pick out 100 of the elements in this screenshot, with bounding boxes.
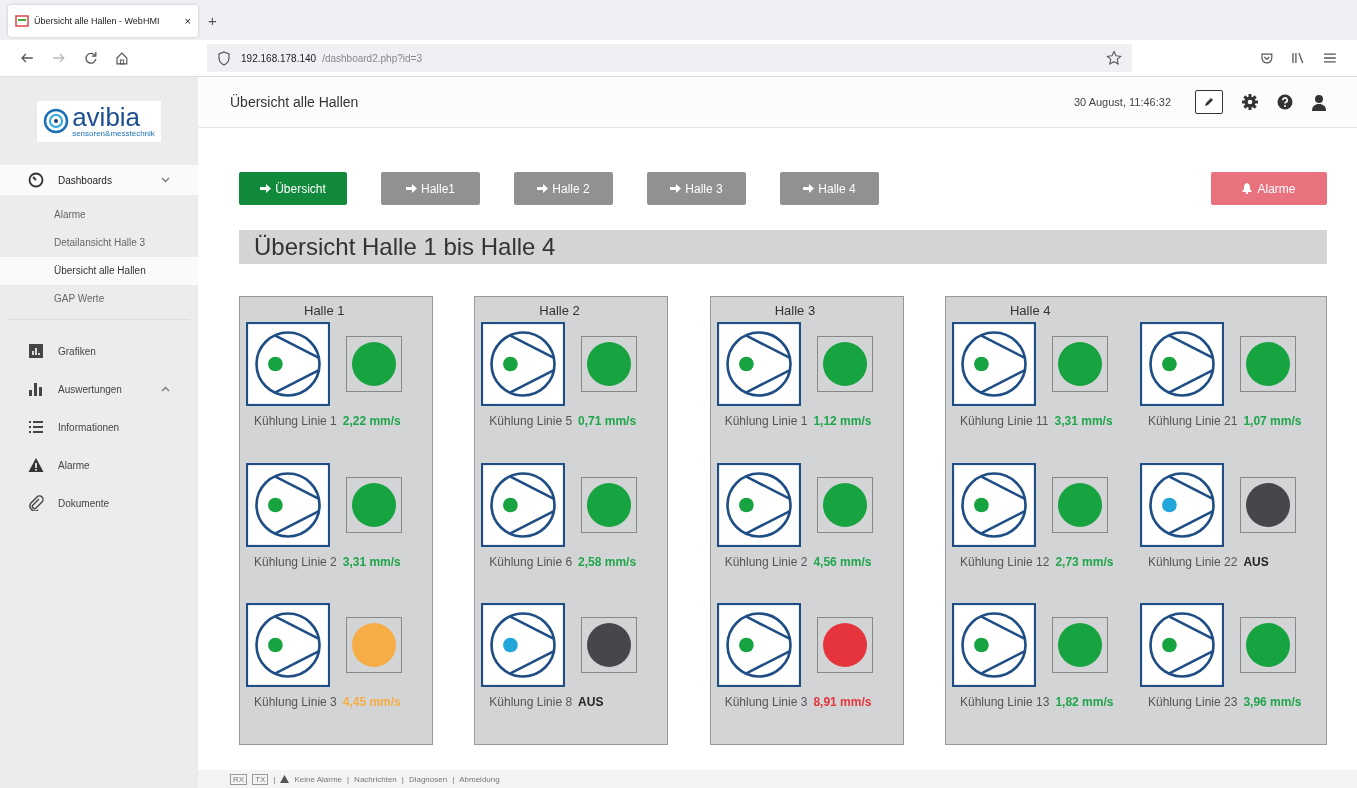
line-label: Kühlung Linie 1 bbox=[724, 413, 808, 428]
sidebar-item[interactable]: Grafiken bbox=[0, 332, 198, 370]
sidebar-item[interactable]: Alarme bbox=[0, 446, 198, 484]
nav-button[interactable]: Halle 4 bbox=[780, 172, 879, 205]
sidebar-item[interactable]: Dashboards bbox=[0, 165, 198, 195]
back-icon[interactable] bbox=[20, 51, 34, 65]
status-lamp bbox=[1052, 335, 1108, 392]
bell-icon bbox=[1242, 183, 1253, 194]
line-label: Kühlung Linie 2 bbox=[724, 554, 808, 569]
footer-link[interactable]: Diagnosen bbox=[408, 774, 448, 784]
vibration-value: AUS bbox=[1243, 554, 1269, 569]
line-label: Kühlung Linie 6 bbox=[489, 554, 573, 569]
hall-title: Halle 2 bbox=[538, 303, 581, 320]
pump-icon bbox=[481, 321, 566, 406]
status-lamp bbox=[346, 617, 402, 674]
user-icon[interactable] bbox=[1311, 93, 1327, 111]
pencil-icon bbox=[1204, 97, 1214, 107]
footer-link[interactable]: Abmeldung bbox=[459, 774, 500, 784]
chevron-icon bbox=[161, 386, 170, 392]
paperclip-icon bbox=[28, 495, 44, 511]
sidebar-subitem[interactable]: Übersicht alle Hallen bbox=[0, 257, 198, 285]
pump-icon bbox=[246, 603, 330, 688]
nav-button[interactable]: Übersicht bbox=[239, 172, 347, 205]
star-icon[interactable] bbox=[1105, 50, 1122, 66]
status-lamp bbox=[581, 617, 638, 674]
alarm-button[interactable]: Alarme bbox=[1211, 172, 1327, 205]
logo-mark-icon bbox=[43, 108, 70, 134]
tx-indicator: TX bbox=[252, 773, 269, 785]
vibration-value: 3,31 mm/s bbox=[342, 554, 401, 569]
line-label: Kühlung Linie 11 bbox=[960, 413, 1049, 428]
line-label: Kühlung Linie 2 bbox=[254, 554, 337, 569]
pump-icon bbox=[246, 321, 330, 406]
line-label: Kühlung Linie 8 bbox=[489, 695, 573, 710]
logo-tagline: sensoren&messtechnik bbox=[72, 128, 155, 138]
settings-icon[interactable] bbox=[1241, 93, 1259, 111]
help-icon[interactable] bbox=[1277, 94, 1293, 110]
line-label: Kühlung Linie 21 bbox=[1148, 413, 1238, 428]
sidebar-subitem[interactable]: GAP Werte bbox=[0, 285, 198, 313]
pump-icon bbox=[1140, 603, 1224, 688]
line-label: Kühlung Linie 3 bbox=[254, 695, 337, 710]
menu-icon[interactable] bbox=[1323, 52, 1337, 64]
vibration-value: 3,96 mm/s bbox=[1243, 695, 1302, 710]
browser-tab[interactable]: Übersicht alle Hallen - WebHMI × bbox=[8, 5, 198, 37]
date-time: 30 August, 11:46:32 bbox=[1073, 96, 1171, 108]
sidebar-item[interactable]: Dokumente bbox=[0, 484, 198, 522]
line-label: Kühlung Linie 1 bbox=[254, 413, 337, 428]
status-lamp bbox=[346, 476, 402, 533]
arrow-right-icon bbox=[406, 184, 417, 193]
vibration-value: 1,82 mm/s bbox=[1055, 695, 1114, 710]
footer-link[interactable]: Keine Alarme bbox=[294, 774, 343, 784]
line-label: Kühlung Linie 5 bbox=[489, 413, 573, 428]
vibration-value: 0,71 mm/s bbox=[578, 413, 637, 428]
pump-icon bbox=[952, 462, 1036, 547]
status-lamp bbox=[1052, 617, 1108, 674]
edit-button[interactable] bbox=[1195, 90, 1223, 114]
vibration-value: AUS bbox=[578, 695, 604, 710]
line-label: Kühlung Linie 22 bbox=[1148, 554, 1238, 569]
line-label: Kühlung Linie 3 bbox=[724, 695, 808, 710]
vibration-value: 2,22 mm/s bbox=[342, 413, 401, 428]
bar-chart-icon bbox=[28, 381, 44, 397]
vibration-value: 4,45 mm/s bbox=[342, 695, 401, 710]
warning-icon bbox=[280, 775, 290, 783]
status-lamp bbox=[346, 335, 402, 392]
chart-icon bbox=[28, 343, 44, 359]
separator: | bbox=[401, 774, 404, 784]
status-lamp bbox=[1052, 476, 1108, 533]
footer-link[interactable]: Nachrichten bbox=[354, 774, 397, 784]
page-icon bbox=[15, 15, 29, 27]
vibration-value: 2,58 mm/s bbox=[578, 554, 637, 569]
sidebar-subitem[interactable]: Alarme bbox=[0, 201, 198, 229]
library-icon[interactable] bbox=[1291, 51, 1306, 65]
hall-title: Halle 3 bbox=[773, 303, 817, 320]
chevron-icon bbox=[161, 177, 170, 183]
new-tab-button[interactable]: + bbox=[208, 12, 217, 29]
pump-icon bbox=[716, 462, 801, 547]
arrow-right-icon bbox=[670, 184, 682, 193]
separator: | bbox=[452, 774, 455, 784]
arrow-right-icon bbox=[537, 184, 549, 193]
status-lamp bbox=[816, 617, 873, 674]
nav-button[interactable]: Halle 2 bbox=[514, 172, 613, 205]
home-icon[interactable] bbox=[115, 51, 130, 65]
shield-icon bbox=[217, 50, 232, 66]
list-icon bbox=[28, 419, 44, 435]
close-icon[interactable]: × bbox=[184, 15, 191, 27]
pump-icon bbox=[716, 603, 801, 688]
pump-icon bbox=[481, 462, 566, 547]
pump-icon bbox=[952, 321, 1036, 406]
line-label: Kühlung Linie 13 bbox=[960, 695, 1050, 710]
nav-button[interactable]: Halle1 bbox=[381, 172, 480, 205]
address-field[interactable]: 192.168.178.140 /dashboard2.php?id=3 bbox=[207, 44, 1132, 72]
nav-button[interactable]: Halle 3 bbox=[647, 172, 746, 205]
status-lamp bbox=[816, 335, 873, 392]
sidebar-subitem[interactable]: Detailansicht Halle 3 bbox=[0, 229, 198, 257]
vibration-value: 4,56 mm/s bbox=[813, 554, 872, 569]
pocket-icon[interactable] bbox=[1259, 51, 1274, 65]
status-lamp bbox=[1240, 617, 1296, 674]
sidebar-item[interactable]: Auswertungen bbox=[0, 370, 198, 408]
sidebar-item[interactable]: Informationen bbox=[0, 408, 198, 446]
line-label: Kühlung Linie 12 bbox=[960, 554, 1050, 569]
reload-icon[interactable] bbox=[83, 51, 98, 65]
